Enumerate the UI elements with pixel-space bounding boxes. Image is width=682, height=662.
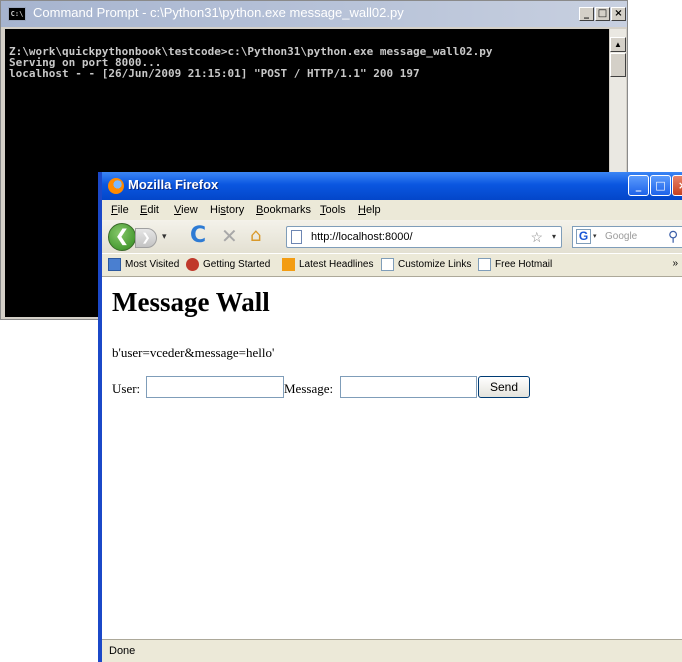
most-visited-icon (108, 258, 121, 271)
url-text[interactable]: http://localhost:8000/ (311, 231, 413, 243)
page-title: Message Wall (112, 287, 270, 317)
page-icon (381, 258, 394, 271)
bookmarks-toolbar: Most Visited Getting Started Latest Head… (102, 254, 682, 277)
message-label: Message: (284, 381, 334, 396)
stop-icon[interactable]: ✕ (221, 226, 238, 246)
cmd-window-title: Command Prompt - c:\Python31\python.exe … (33, 5, 404, 20)
firefox-icon (186, 258, 199, 271)
bookmark-label: Most Visited (125, 259, 180, 271)
cmd-scroll-thumb[interactable] (610, 53, 626, 77)
page-icon (291, 230, 302, 244)
firefox-logo-icon (108, 178, 124, 194)
status-bar: Done (102, 639, 682, 662)
home-icon[interactable]: ⌂ (250, 226, 261, 246)
search-icon[interactable]: ⚲ (668, 228, 678, 245)
google-icon[interactable]: G (576, 229, 591, 244)
user-label: User: (112, 381, 141, 396)
menu-file[interactable]: File (111, 204, 129, 216)
url-dropdown-icon[interactable]: ▾ (552, 232, 556, 241)
rss-icon (282, 258, 295, 271)
status-text: Done (109, 645, 136, 657)
bookmark-label: Getting Started (203, 259, 271, 271)
bookmark-customize-links[interactable]: Customize Links (381, 258, 471, 271)
firefox-window[interactable]: Mozilla Firefox _ □ × File Edit View His… (98, 172, 682, 662)
scroll-up-arrow-icon[interactable]: ▲ (610, 37, 626, 52)
menu-bookmarks[interactable]: Bookmarks (256, 204, 311, 216)
menu-view[interactable]: View (174, 204, 198, 216)
bookmark-most-visited[interactable]: Most Visited (108, 258, 179, 271)
bookmark-label: Free Hotmail (495, 259, 553, 271)
back-button[interactable]: ❮ (108, 223, 136, 251)
menu-tools[interactable]: Tools (320, 204, 346, 216)
user-input[interactable] (146, 376, 284, 398)
cmd-line: localhost - - [26/Jun/2009 21:15:01] "PO… (9, 67, 420, 80)
bookmark-star-icon[interactable]: ☆ (530, 229, 543, 246)
bookmark-latest-headlines[interactable]: Latest Headlines (282, 258, 374, 271)
forward-button[interactable]: ❯ (135, 228, 157, 248)
menu-bar: File Edit View History Bookmarks Tools H… (102, 200, 682, 220)
bookmarks-overflow-icon[interactable]: » (672, 258, 678, 269)
firefox-window-title: Mozilla Firefox (128, 177, 219, 192)
search-engine-dropdown-icon[interactable]: ▾ (593, 232, 597, 240)
cmd-close-button[interactable]: × (611, 7, 626, 21)
url-bar[interactable]: http://localhost:8000/ ☆ ▾ (286, 226, 562, 248)
cmd-title-bar[interactable]: C:\ Command Prompt - c:\Python31\python.… (1, 1, 627, 27)
page-icon (478, 258, 491, 271)
posted-data-text: b'user=vceder&message=hello' (112, 345, 275, 360)
menu-edit[interactable]: Edit (140, 204, 159, 216)
message-input[interactable] (340, 376, 477, 398)
navigation-toolbar: ❮ ❯ ▾ C ✕ ⌂ http://localhost:8000/ ☆ ▾ G… (102, 220, 682, 253)
firefox-maximize-button[interactable]: □ (650, 175, 671, 196)
firefox-close-button[interactable]: × (672, 175, 682, 196)
send-button[interactable]: Send (478, 376, 530, 398)
bookmark-getting-started[interactable]: Getting Started (186, 258, 270, 271)
cmd-minimize-button[interactable]: _ (579, 7, 594, 21)
firefox-minimize-button[interactable]: _ (628, 175, 649, 196)
search-placeholder[interactable]: Google (605, 231, 637, 242)
menu-history[interactable]: History (210, 204, 244, 216)
bookmark-free-hotmail[interactable]: Free Hotmail (478, 258, 552, 271)
cmd-app-icon: C:\ (8, 7, 26, 21)
reload-icon[interactable]: C (190, 225, 206, 247)
firefox-title-bar[interactable]: Mozilla Firefox _ □ × (102, 172, 682, 200)
menu-help[interactable]: Help (358, 204, 381, 216)
search-bar[interactable]: G ▾ Google (572, 226, 682, 248)
page-content: Message Wall b'user=vceder&message=hello… (102, 277, 682, 640)
bookmark-label: Latest Headlines (299, 259, 374, 271)
bookmark-label: Customize Links (398, 259, 472, 271)
cmd-maximize-button[interactable]: □ (595, 7, 610, 21)
history-dropdown-icon[interactable]: ▾ (162, 231, 167, 242)
